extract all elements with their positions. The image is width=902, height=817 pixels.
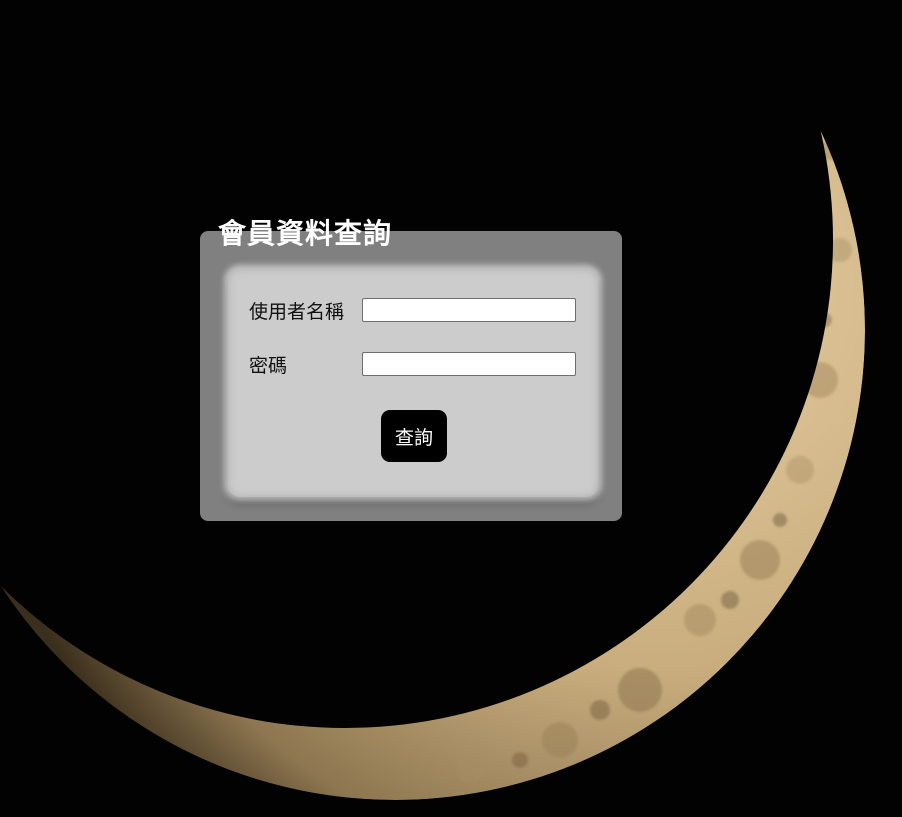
query-button[interactable]: 查詢 bbox=[381, 410, 447, 462]
password-label: 密碼 bbox=[249, 354, 288, 377]
page: 會員資料查詢 使用者名稱 密碼 查詢 bbox=[0, 0, 902, 817]
query-form-panel: 使用者名稱 密碼 查詢 bbox=[200, 231, 622, 521]
username-row: 使用者名稱 bbox=[249, 296, 576, 324]
username-input[interactable] bbox=[362, 298, 576, 322]
password-input[interactable] bbox=[362, 352, 576, 376]
query-form-inner-panel: 使用者名稱 密碼 查詢 bbox=[228, 269, 598, 497]
username-label: 使用者名稱 bbox=[249, 300, 345, 323]
password-row: 密碼 bbox=[249, 350, 576, 378]
page-title: 會員資料查詢 bbox=[218, 217, 393, 250]
